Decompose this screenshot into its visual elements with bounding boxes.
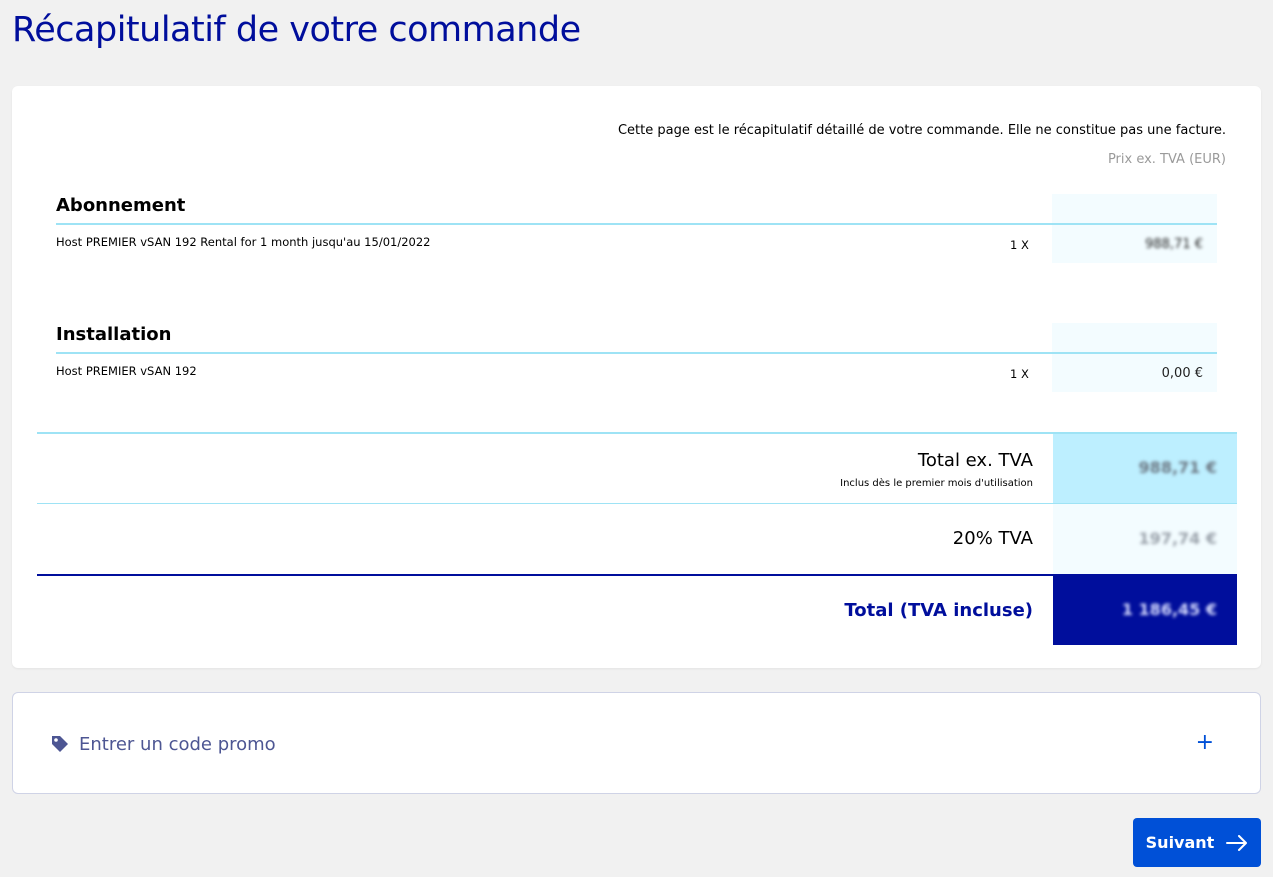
- subtotal-row: 988,71 € Total ex. TVA Inclus dès le pre…: [37, 432, 1237, 504]
- grand-total-value-cell: 1 186,45 €: [1053, 576, 1237, 645]
- line-item-price: 0,00 €: [1161, 366, 1203, 381]
- arrow-right-icon: [1226, 834, 1248, 851]
- section-abonnement: Abonnement Host PREMIER vSAN 192 Rental …: [56, 194, 1217, 264]
- line-item-quantity: 1 X: [1010, 367, 1029, 381]
- grand-total-value: 1 186,45 €: [1121, 600, 1217, 619]
- promo-code-label[interactable]: Entrer un code promo: [79, 734, 276, 755]
- promo-code-toggle[interactable]: Entrer un code promo +: [12, 692, 1261, 794]
- grand-total-row: 1 186,45 € Total (TVA incluse): [37, 574, 1237, 645]
- vat-value: 197,74 €: [1138, 529, 1217, 548]
- summary-disclaimer: Cette page est le récapitulatif détaillé…: [617, 123, 1226, 138]
- subtotal-note: Inclus dès le premier mois d'utilisation: [840, 478, 1033, 489]
- next-button[interactable]: Suivant: [1133, 818, 1261, 867]
- section-heading: Abonnement: [56, 195, 186, 216]
- line-item-quantity: 1 X: [1010, 238, 1029, 252]
- vat-row: 197,74 € 20% TVA: [37, 504, 1237, 574]
- plus-icon[interactable]: +: [1196, 730, 1214, 755]
- section-divider: [56, 223, 1217, 225]
- section-divider: [56, 352, 1217, 354]
- line-item-description: Host PREMIER vSAN 192: [56, 364, 197, 378]
- line-item-description: Host PREMIER vSAN 192 Rental for 1 month…: [56, 235, 431, 249]
- tag-icon: [52, 736, 68, 752]
- price-column-background: [1052, 194, 1217, 263]
- section-installation: Installation Host PREMIER vSAN 192 1 X 0…: [56, 323, 1217, 393]
- vat-value-cell: 197,74 €: [1053, 504, 1237, 574]
- grand-total-label: Total (TVA incluse): [844, 600, 1033, 621]
- currency-note: Prix ex. TVA (EUR): [1107, 152, 1226, 167]
- next-button-label: Suivant: [1145, 833, 1215, 852]
- order-summary-card: Cette page est le récapitulatif détaillé…: [12, 86, 1261, 668]
- price-column-background: [1052, 323, 1217, 392]
- section-heading: Installation: [56, 324, 172, 345]
- vat-label: 20% TVA: [952, 528, 1033, 549]
- line-item-price: 988,71 €: [1145, 237, 1203, 252]
- page-title: Récapitulatif de votre commande: [12, 10, 581, 50]
- subtotal-value: 988,71 €: [1138, 458, 1217, 477]
- subtotal-label: Total ex. TVA: [917, 450, 1033, 471]
- subtotal-value-cell: 988,71 €: [1053, 434, 1237, 503]
- totals-block: 988,71 € Total ex. TVA Inclus dès le pre…: [37, 432, 1237, 645]
